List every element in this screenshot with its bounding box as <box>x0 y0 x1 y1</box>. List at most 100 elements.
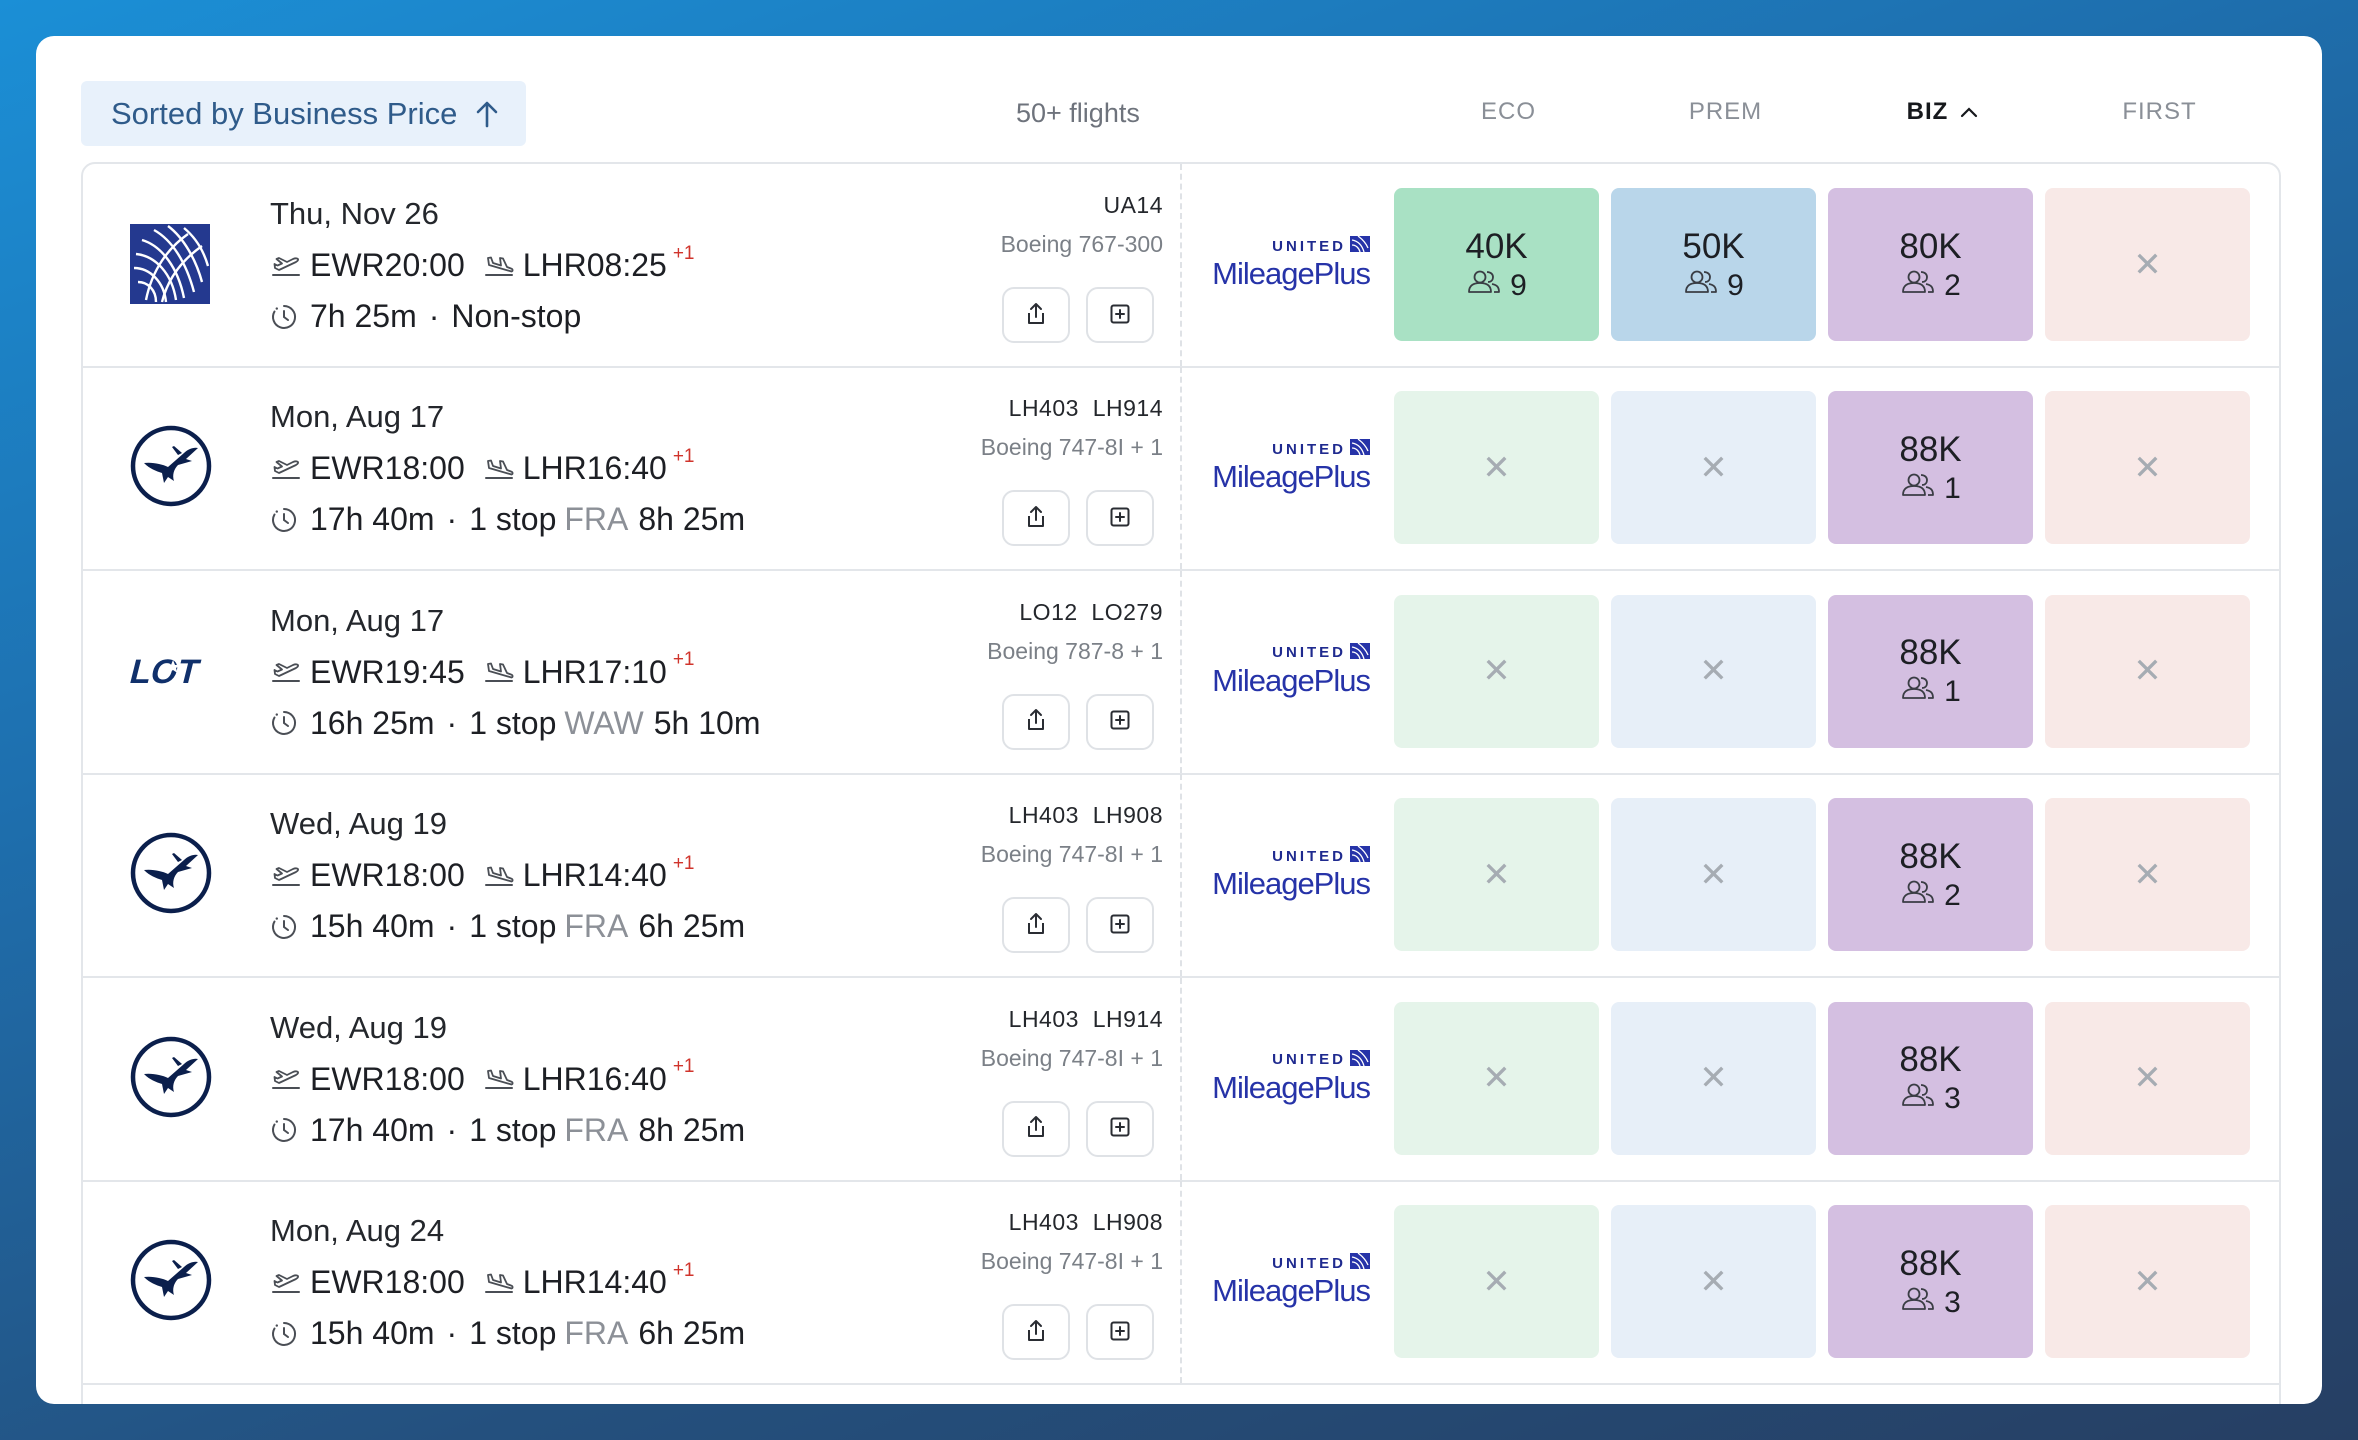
share-button[interactable] <box>1002 897 1070 954</box>
origin-airport: EWR <box>310 857 385 894</box>
add-square-icon <box>1108 912 1132 939</box>
united-globe-icon <box>1350 1049 1370 1070</box>
unavailable-icon: ✕ <box>2133 1262 2162 1301</box>
unavailable-icon: ✕ <box>1482 1262 1511 1301</box>
layover-duration: 6h 25m <box>638 908 746 945</box>
fare-cell-biz[interactable]: 80K 2 <box>1828 188 2033 341</box>
flight-row[interactable]: Thu, Nov 26 EWR 20:00 LHR 08:25 +1 7h 25m · No… <box>83 164 2279 368</box>
takeoff-icon <box>270 1067 302 1091</box>
flight-duration: 17h 40m <box>310 1111 435 1148</box>
share-button[interactable] <box>1002 1100 1070 1157</box>
fare-cell-biz[interactable]: 88K 3 <box>1828 1001 2033 1155</box>
flight-date: Mon, Aug 24 <box>270 1213 445 1248</box>
flight-count: 50+ flights <box>1016 98 1140 128</box>
fare-points: 88K <box>1899 1040 1962 1080</box>
unavailable-icon: ✕ <box>2133 448 2162 487</box>
add-square-icon <box>1108 302 1132 329</box>
flight-duration: 16h 25m <box>310 704 435 741</box>
lufthansa-crane-logo <box>128 1034 214 1120</box>
flight-times: EWR 18:00 LHR 14:40 +1 <box>270 1260 695 1301</box>
unavailable-icon: ✕ <box>2133 855 2162 894</box>
flight-times: EWR 18:00 LHR 16:40 +1 <box>270 446 695 487</box>
share-button[interactable] <box>1002 490 1070 547</box>
unavailable-icon: ✕ <box>1699 652 1728 691</box>
origin-airport: EWR <box>310 1060 385 1097</box>
users-icon <box>1900 472 1936 506</box>
united-globe-icon <box>1350 438 1370 459</box>
share-button[interactable] <box>1002 287 1070 343</box>
destination-airport: LHR <box>522 653 587 690</box>
flight-row[interactable]: Mon, Aug 17 EWR 18:00 LHR 16:40 +1 17h 40m · 1… <box>83 367 2279 572</box>
clock-icon <box>270 1320 298 1348</box>
stops: 1 stop <box>469 704 557 741</box>
unavailable-icon: ✕ <box>2133 245 2162 284</box>
program-logo: UNITED MileagePlus <box>1210 235 1371 300</box>
flight-row[interactable]: Mon, Aug 24 EWR 18:00 LHR 14:40 +1 15h 40m · 1… <box>83 1181 2279 1385</box>
add-button[interactable] <box>1086 490 1154 547</box>
day-offset: +1 <box>672 1259 695 1281</box>
layover-duration: 6h 25m <box>638 1315 746 1351</box>
united-globe-icon <box>1350 1252 1370 1273</box>
column-header-first[interactable]: FIRST <box>2057 98 2262 126</box>
clock-icon <box>270 303 298 331</box>
program-logo: UNITED MileagePlus <box>1210 1252 1371 1317</box>
stops: 1 stop <box>469 501 557 538</box>
share-button[interactable] <box>1002 1304 1070 1360</box>
fare-cell-biz[interactable]: 88K 1 <box>1828 594 2033 748</box>
aircraft-type: Boeing 747-8I + 1 <box>980 1248 1163 1274</box>
flight-row[interactable]: Wed, Aug 19 EWR 18:00 LHR 14:40 +1 15h 40m · 1… <box>83 774 2279 979</box>
share-button[interactable] <box>1002 693 1070 750</box>
column-header-prem[interactable]: PREM <box>1623 98 1828 126</box>
share-icon <box>1024 911 1048 940</box>
row-divider <box>1180 570 1182 773</box>
layover-duration: 5h 10m <box>653 704 761 741</box>
stops: 1 stop <box>469 908 557 945</box>
fare-cell-biz[interactable]: 88K 1 <box>1828 391 2033 545</box>
flight-date: Wed, Aug 19 <box>270 806 447 842</box>
united-globe-icon <box>1350 642 1370 663</box>
separator-dot: · <box>446 908 458 945</box>
users-icon <box>1683 269 1719 303</box>
seat-count-value: 3 <box>1944 1285 1961 1319</box>
origin-airport: EWR <box>310 653 385 690</box>
destination-airport: LHR <box>522 1264 587 1300</box>
program-name: MileagePlus <box>1212 256 1371 291</box>
aircraft-type: Boeing 747-8I + 1 <box>980 841 1163 868</box>
add-button[interactable] <box>1086 1100 1154 1157</box>
fare-cell-eco[interactable]: 40K 9 <box>1394 188 1599 341</box>
flight-times: EWR 18:00 LHR 14:40 +1 <box>270 853 695 894</box>
add-button[interactable] <box>1086 693 1154 750</box>
add-button[interactable] <box>1086 287 1154 343</box>
seat-count: 2 <box>1900 269 1961 303</box>
flight-numbers: UA14 <box>1103 192 1163 218</box>
share-icon <box>1024 301 1048 330</box>
flight-duration: 7h 25m <box>310 298 417 334</box>
unavailable-icon: ✕ <box>1699 1059 1728 1098</box>
column-header-biz[interactable]: BIZ <box>1840 98 2045 126</box>
fare-cell-biz[interactable]: 88K 3 <box>1828 1205 2033 1358</box>
column-header-eco[interactable]: ECO <box>1406 98 1611 126</box>
fare-cell-biz[interactable]: 88K 2 <box>1828 798 2033 952</box>
unavailable-icon: ✕ <box>2133 1059 2162 1098</box>
fare-cell-prem[interactable]: 50K 9 <box>1611 188 1816 341</box>
users-icon <box>1900 1286 1936 1320</box>
program-name: MileagePlus <box>1212 1273 1371 1308</box>
add-square-icon <box>1108 708 1132 735</box>
flight-duration: 15h 40m <box>310 908 435 945</box>
fare-cell-eco: ✕ <box>1394 1001 1599 1155</box>
sort-button[interactable]: Sorted by Business Price <box>81 81 526 146</box>
flight-duration: 17h 40m <box>310 501 435 538</box>
origin-airport: EWR <box>310 1264 385 1300</box>
sort-label: Sorted by Business Price <box>111 95 458 131</box>
add-square-icon <box>1108 505 1132 532</box>
flight-row[interactable]: LOT Mon, Aug 17 EWR 19:45 LHR 17:10 +1 16h 25… <box>83 570 2279 775</box>
add-button[interactable] <box>1086 1304 1154 1360</box>
day-offset: +1 <box>672 649 695 671</box>
takeoff-icon <box>270 864 302 888</box>
fare-cell-prem: ✕ <box>1611 594 1816 748</box>
flight-row[interactable]: Wed, Aug 19 EWR 18:00 LHR 16:40 +1 17h 40m · 1… <box>83 977 2279 1182</box>
fare-cell-eco: ✕ <box>1394 1205 1599 1358</box>
add-button[interactable] <box>1086 897 1154 954</box>
departure-time: 18:00 <box>384 1264 465 1300</box>
arrival-time: 14:40 <box>586 857 667 894</box>
